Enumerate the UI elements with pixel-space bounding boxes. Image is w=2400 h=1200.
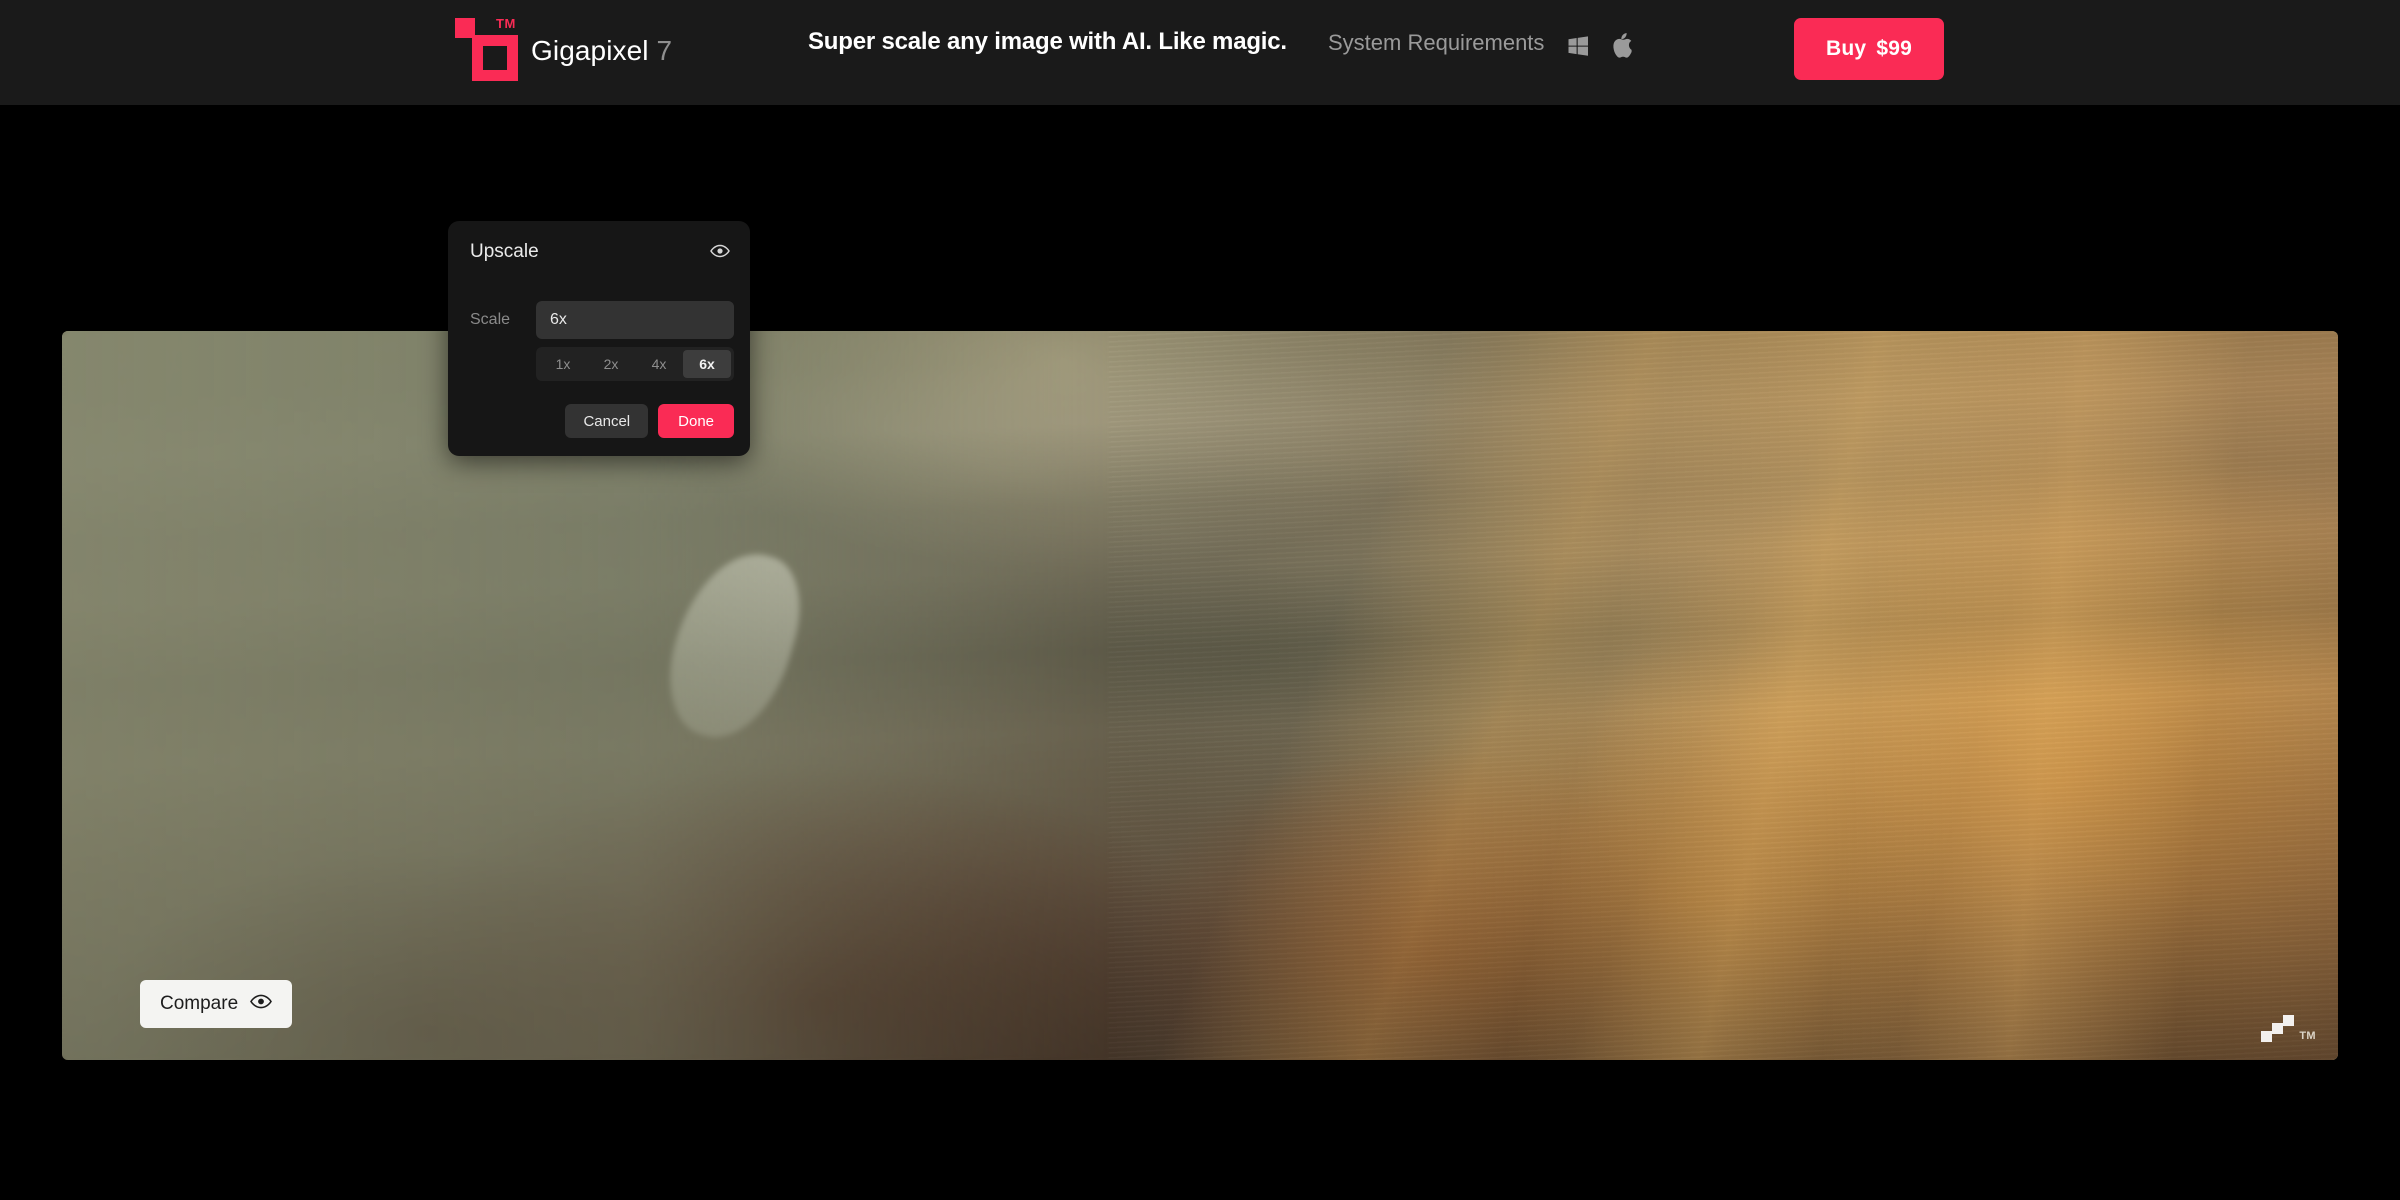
system-requirements-link[interactable]: System Requirements bbox=[1328, 30, 1544, 56]
dialog-title: Upscale bbox=[470, 241, 539, 262]
scale-input[interactable] bbox=[536, 301, 734, 339]
cancel-button[interactable]: Cancel bbox=[565, 404, 649, 438]
watermark-trademark-label: TM bbox=[2299, 1030, 2316, 1042]
scale-label: Scale bbox=[470, 311, 511, 328]
buy-button-label: Buy bbox=[1826, 37, 1867, 60]
watermark-squares-icon bbox=[2261, 1015, 2295, 1042]
scale-row: Scale Max bbox=[470, 301, 734, 339]
canyon-photo bbox=[62, 331, 2338, 1060]
header-tagline: Super scale any image with AI. Like magi… bbox=[808, 28, 1287, 55]
topaz-watermark: TM bbox=[2261, 1015, 2316, 1042]
scale-preset-1x[interactable]: 1x bbox=[539, 350, 587, 378]
scale-input-group: Max bbox=[536, 301, 734, 339]
logo-trademark-label: TM bbox=[496, 16, 516, 31]
windows-icon[interactable] bbox=[1566, 34, 1590, 58]
scale-preset-2x[interactable]: 2x bbox=[587, 350, 635, 378]
page-root: TM Gigapixel 7 Super scale any image wit… bbox=[0, 0, 2400, 1200]
visibility-toggle-button[interactable] bbox=[710, 244, 730, 261]
scale-preset-segmented-control: 1x 2x 4x 6x bbox=[536, 347, 734, 381]
upscale-dialog: Upscale Scale Max 1x 2x 4x 6x bbox=[448, 221, 750, 456]
image-viewer[interactable]: Compare TM bbox=[62, 331, 2338, 1060]
compare-button-label: Compare bbox=[160, 993, 239, 1014]
scale-preset-6x[interactable]: 6x bbox=[683, 350, 731, 378]
done-button[interactable]: Done bbox=[658, 404, 734, 438]
eye-icon bbox=[710, 244, 730, 261]
logo-outline-square-icon bbox=[472, 35, 518, 81]
brand-logo-group[interactable]: TM Gigapixel 7 bbox=[455, 16, 672, 84]
brand-name: Gigapixel 7 bbox=[531, 35, 672, 67]
apple-icon[interactable] bbox=[1612, 33, 1634, 59]
gigapixel-logo-icon: TM bbox=[455, 16, 518, 84]
brand-version-text: 7 bbox=[656, 35, 673, 66]
brand-name-text: Gigapixel bbox=[531, 35, 649, 66]
dialog-actions: Cancel Done bbox=[565, 404, 734, 438]
os-icon-group bbox=[1566, 33, 1634, 59]
dialog-header: Upscale bbox=[470, 241, 730, 263]
compare-button[interactable]: Compare bbox=[140, 980, 293, 1028]
buy-button-price: $99 bbox=[1876, 37, 1912, 60]
eye-icon bbox=[250, 993, 273, 1015]
buy-button[interactable]: Buy $99 bbox=[1794, 18, 1944, 80]
scale-preset-4x[interactable]: 4x bbox=[635, 350, 683, 378]
top-header-bar: TM Gigapixel 7 Super scale any image wit… bbox=[0, 0, 2400, 105]
